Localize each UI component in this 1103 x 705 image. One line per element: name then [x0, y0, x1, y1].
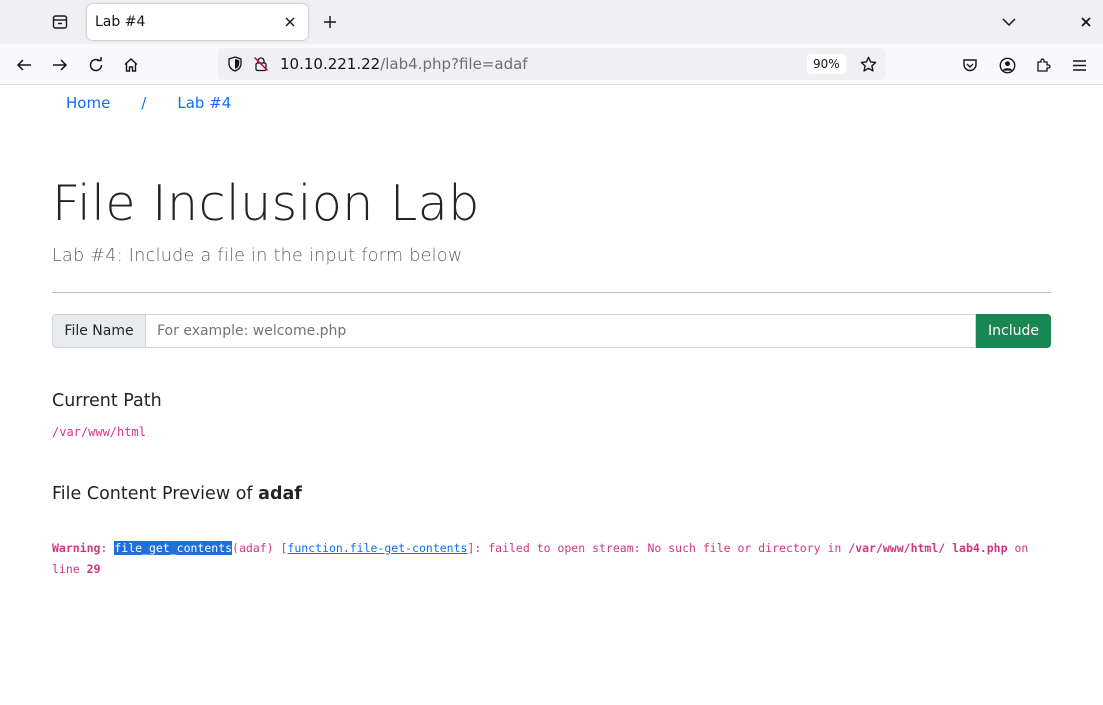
pocket-icon[interactable] — [957, 52, 983, 78]
zoom-indicator[interactable]: 90% — [807, 54, 846, 74]
file-name-input[interactable] — [145, 314, 976, 348]
current-path-heading: Current Path — [52, 391, 162, 411]
breadcrumb: Home / Lab #4 — [66, 94, 231, 112]
warning-file-path: /var/www/html/ lab4.php — [848, 541, 1008, 555]
navigation-toolbar: 10.10.221.22/lab4.php?file=adaf 90% — [0, 44, 1103, 85]
url-text[interactable]: 10.10.221.22/lab4.php?file=adaf — [280, 55, 528, 73]
address-bar[interactable]: 10.10.221.22/lab4.php?file=adaf 90% — [218, 48, 885, 80]
include-button[interactable]: Include — [976, 314, 1051, 348]
tab-title: Lab #4 — [95, 14, 146, 30]
warning-line-number: 29 — [86, 562, 101, 576]
include-form: File Name Include — [52, 314, 1051, 348]
file-preview-heading: File Content Preview of adaf — [52, 484, 302, 504]
tab-strip: Lab #4 — [0, 0, 1103, 44]
new-tab-icon[interactable] — [318, 10, 342, 34]
url-host: 10.10.221.22 — [280, 55, 381, 73]
php-warning-message: Warning: file_get_contents(adaf) [functi… — [52, 538, 1051, 580]
breadcrumb-home-link[interactable]: Home — [66, 94, 110, 112]
home-icon[interactable] — [118, 52, 144, 78]
insecure-lock-icon[interactable] — [252, 55, 270, 73]
divider — [52, 292, 1051, 293]
bookmark-star-icon[interactable] — [858, 54, 878, 74]
page-content: Home / Lab #4 File Inclusion Lab Lab #4:… — [0, 85, 1103, 705]
page-subtitle: Lab #4: Include a file in the input form… — [52, 246, 463, 266]
firefox-view-icon[interactable] — [48, 10, 72, 34]
file-name-label: File Name — [52, 314, 145, 348]
preview-heading-prefix: File Content Preview of — [52, 484, 253, 504]
back-arrow-icon[interactable] — [11, 52, 37, 78]
preview-filename: adaf — [258, 484, 302, 504]
warning-message: ]: failed to open stream: No such file o… — [467, 541, 842, 555]
function-doc-link[interactable]: function.file-get-contents — [287, 541, 467, 555]
forward-arrow-icon[interactable] — [47, 52, 73, 78]
warning-colon: : — [100, 541, 108, 555]
current-path-value: /var/www/html — [52, 425, 146, 439]
extensions-icon[interactable] — [1030, 52, 1056, 78]
warning-label: Warning — [52, 541, 101, 555]
tab-close-icon[interactable] — [278, 10, 302, 34]
url-path: /lab4.php?file=adaf — [380, 55, 528, 73]
breadcrumb-current-link[interactable]: Lab #4 — [177, 94, 231, 112]
warning-args: (adaf) [ — [232, 541, 288, 555]
chevron-down-icon[interactable] — [997, 10, 1021, 34]
breadcrumb-separator: / — [141, 94, 147, 112]
menu-hamburger-icon[interactable] — [1066, 52, 1092, 78]
page-title: File Inclusion Lab — [52, 175, 480, 232]
account-icon[interactable] — [994, 52, 1020, 78]
tab-lab4[interactable]: Lab #4 — [87, 4, 308, 40]
window-close-icon[interactable] — [1074, 10, 1098, 34]
warning-function-name: file_get_contents — [114, 541, 233, 555]
reload-icon[interactable] — [83, 52, 109, 78]
shield-icon[interactable] — [226, 55, 244, 73]
